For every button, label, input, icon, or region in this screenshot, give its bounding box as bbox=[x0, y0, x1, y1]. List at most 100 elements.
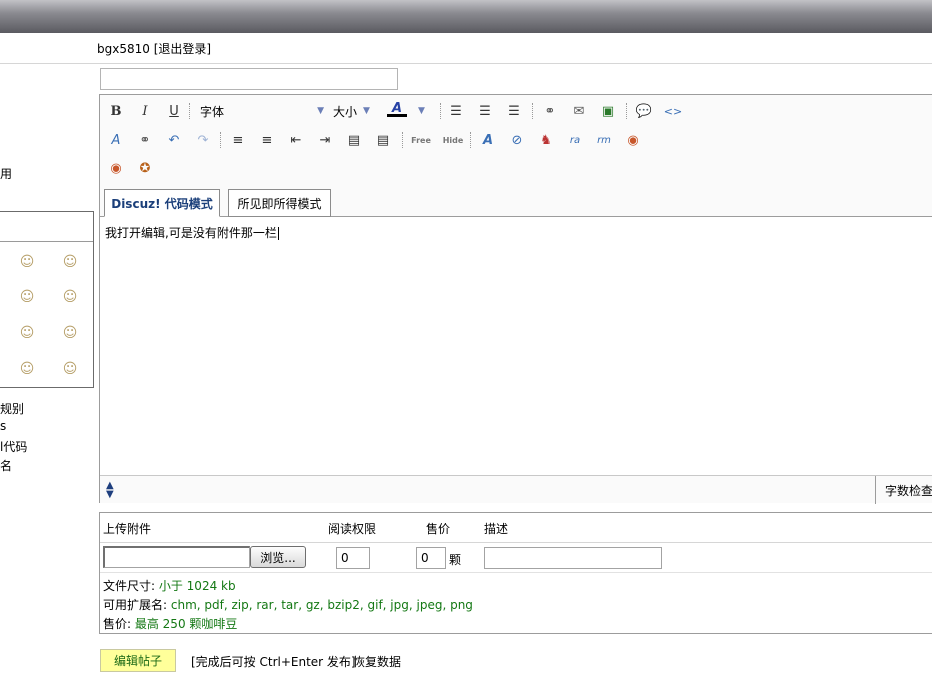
description-input[interactable] bbox=[484, 547, 662, 569]
divider bbox=[100, 542, 932, 543]
audio-icon[interactable]: ◉ bbox=[106, 158, 126, 178]
resize-handle-icon[interactable]: ▲ ▼ bbox=[106, 481, 114, 500]
qq-icon[interactable]: ♞ bbox=[536, 130, 556, 150]
submit-hint: [完成后可按 Ctrl+Enter 发布] bbox=[191, 655, 356, 669]
column-header: 描述 bbox=[484, 522, 509, 536]
browse-button[interactable]: 浏览... bbox=[250, 546, 306, 568]
toolbar-separator bbox=[189, 103, 190, 119]
hide-icon[interactable]: Hide bbox=[441, 130, 465, 150]
real-media-icon[interactable]: rm bbox=[594, 130, 614, 150]
font-size-select[interactable]: 大小 ▼ bbox=[333, 102, 370, 120]
font-color-dropdown[interactable]: ▼ bbox=[412, 102, 425, 120]
image-icon[interactable]: ▣ bbox=[598, 101, 618, 121]
sidebar-link[interactable]: 规别 bbox=[0, 400, 24, 417]
edit-post-button[interactable]: 编辑帖子 bbox=[100, 649, 176, 672]
indent-icon[interactable]: ⇥ bbox=[315, 130, 335, 150]
word-check-button[interactable]: 字数检查 bbox=[875, 476, 932, 504]
column-header: 上传附件 bbox=[103, 522, 152, 536]
toolbar-separator bbox=[470, 132, 471, 148]
undo-icon[interactable]: ↶ bbox=[164, 130, 184, 150]
remove-format-icon[interactable]: A bbox=[106, 130, 126, 150]
sidebar-item[interactable]: 用 bbox=[0, 165, 12, 182]
code-icon[interactable]: <> bbox=[663, 101, 683, 121]
free-icon[interactable]: Free bbox=[409, 130, 433, 150]
price-unit: 颗 bbox=[449, 553, 462, 567]
quote-icon[interactable]: 💬 bbox=[634, 101, 654, 121]
tab-discuz-code[interactable]: Discuz! 代码模式 bbox=[104, 189, 220, 217]
smiley-icon[interactable]: ☺ bbox=[18, 325, 36, 341]
column-header: 阅读权限 bbox=[328, 522, 377, 536]
email-icon[interactable]: ✉ bbox=[569, 101, 589, 121]
media-player-icon[interactable]: ◉ bbox=[623, 130, 643, 150]
extensions-note: 可用扩展名: chm, pdf, zip, rar, tar, gz, bzip… bbox=[103, 596, 473, 613]
underline-icon[interactable]: U bbox=[164, 101, 184, 121]
chevron-down-icon: ▼ bbox=[317, 106, 324, 116]
sidebar-link[interactable]: l代码 bbox=[0, 438, 27, 455]
price-input[interactable]: 0 bbox=[416, 547, 446, 569]
editor-content[interactable]: 我打开编辑,可是没有附件那一栏 bbox=[105, 224, 279, 241]
toolbar-separator bbox=[220, 132, 221, 148]
price-note: 售价: 最高 250 颗咖啡豆 bbox=[103, 615, 237, 632]
price-note-value: 最高 250 颗咖啡豆 bbox=[134, 617, 238, 631]
align-center-icon[interactable]: ☰ bbox=[475, 101, 495, 121]
outdent-icon[interactable]: ⇤ bbox=[286, 130, 306, 150]
editor-statusbar: ▲ ▼ 字数检查 bbox=[100, 475, 932, 504]
align-left-icon[interactable]: ☰ bbox=[446, 101, 466, 121]
smilies-panel: ☺ ☺ ☺ ☺ ☺ ☺ ☺ ☺ bbox=[0, 211, 94, 388]
smiley-icon[interactable]: ☺ bbox=[61, 325, 79, 341]
logout-link[interactable]: [退出登录] bbox=[154, 42, 211, 56]
toolbar-separator bbox=[532, 103, 533, 119]
toolbar-separator bbox=[440, 103, 441, 119]
smiley-icon[interactable]: ☺ bbox=[18, 361, 36, 377]
font-size-label: 大小 bbox=[333, 104, 358, 119]
username-link[interactable]: bgx5810 bbox=[97, 42, 150, 56]
ordered-list-icon[interactable]: ≡ bbox=[228, 130, 248, 150]
divider bbox=[0, 63, 932, 64]
unlink-icon[interactable]: ⚭ bbox=[135, 130, 155, 150]
toolbar-separator bbox=[626, 103, 627, 119]
chevron-down-icon: ▼ bbox=[418, 106, 425, 116]
read-permission-input[interactable]: 0 bbox=[336, 547, 370, 569]
flash-icon[interactable]: ⊘ bbox=[507, 130, 527, 150]
bold-icon[interactable]: B bbox=[106, 101, 126, 121]
link-icon[interactable]: ⚭ bbox=[540, 101, 560, 121]
file-size-label: 文件尺寸: bbox=[103, 579, 159, 593]
smiley-icon[interactable]: ☺ bbox=[18, 254, 36, 270]
redo-icon[interactable]: ↷ bbox=[193, 130, 213, 150]
float-right-icon[interactable]: ▤ bbox=[373, 130, 393, 150]
tab-divider bbox=[100, 216, 932, 217]
toolbar-separator bbox=[402, 132, 403, 148]
float-left-icon[interactable]: ▤ bbox=[344, 130, 364, 150]
smiley-icon[interactable]: ☺ bbox=[61, 289, 79, 305]
smiley-icon[interactable]: ☺ bbox=[61, 254, 79, 270]
tab-wysiwyg[interactable]: 所见即所得模式 bbox=[228, 189, 331, 217]
real-audio-icon[interactable]: ra bbox=[565, 130, 585, 150]
sidebar-link[interactable]: 名 bbox=[0, 457, 12, 474]
smilies-header-divider bbox=[0, 241, 93, 242]
font-color-icon[interactable]: A bbox=[387, 99, 407, 119]
smiley-icon[interactable]: ☺ bbox=[61, 361, 79, 377]
subject-input[interactable] bbox=[100, 68, 398, 90]
attachment-panel: 上传附件 阅读权限 售价 描述 浏览... 0 0 颗 文件尺寸: 小于 102… bbox=[99, 512, 932, 634]
top-banner bbox=[0, 0, 932, 33]
font-style-icon[interactable]: A bbox=[478, 130, 498, 150]
editor-text: 我打开编辑,可是没有附件那一栏 bbox=[105, 226, 277, 240]
italic-icon[interactable]: I bbox=[135, 101, 155, 121]
unordered-list-icon[interactable]: ≡ bbox=[257, 130, 277, 150]
restore-data-link[interactable]: 恢复数据 bbox=[353, 653, 401, 670]
chevron-down-icon: ▼ bbox=[363, 106, 370, 116]
file-size-value: 小于 1024 kb bbox=[158, 579, 236, 593]
extensions-value: chm, pdf, zip, rar, tar, gz, bzip2, gif,… bbox=[170, 598, 473, 612]
divider bbox=[100, 572, 932, 573]
column-header: 售价 bbox=[426, 522, 451, 536]
font-family-label: 字体 bbox=[200, 104, 225, 119]
font-family-select[interactable]: 字体 ▼ bbox=[200, 102, 324, 120]
align-right-icon[interactable]: ☰ bbox=[504, 101, 524, 121]
magic-icon[interactable]: ✪ bbox=[135, 158, 155, 178]
post-editor: B I U 字体 ▼ 大小 ▼ A ▼ ☰ ☰ ☰ ⚭ ✉ ▣ 💬 <> A ⚭… bbox=[99, 94, 932, 504]
price-label: 售价: bbox=[103, 617, 135, 631]
sidebar-link[interactable]: s bbox=[0, 419, 6, 433]
smiley-icon[interactable]: ☺ bbox=[18, 289, 36, 305]
file-path-input[interactable] bbox=[103, 546, 250, 568]
text-caret bbox=[277, 227, 279, 240]
